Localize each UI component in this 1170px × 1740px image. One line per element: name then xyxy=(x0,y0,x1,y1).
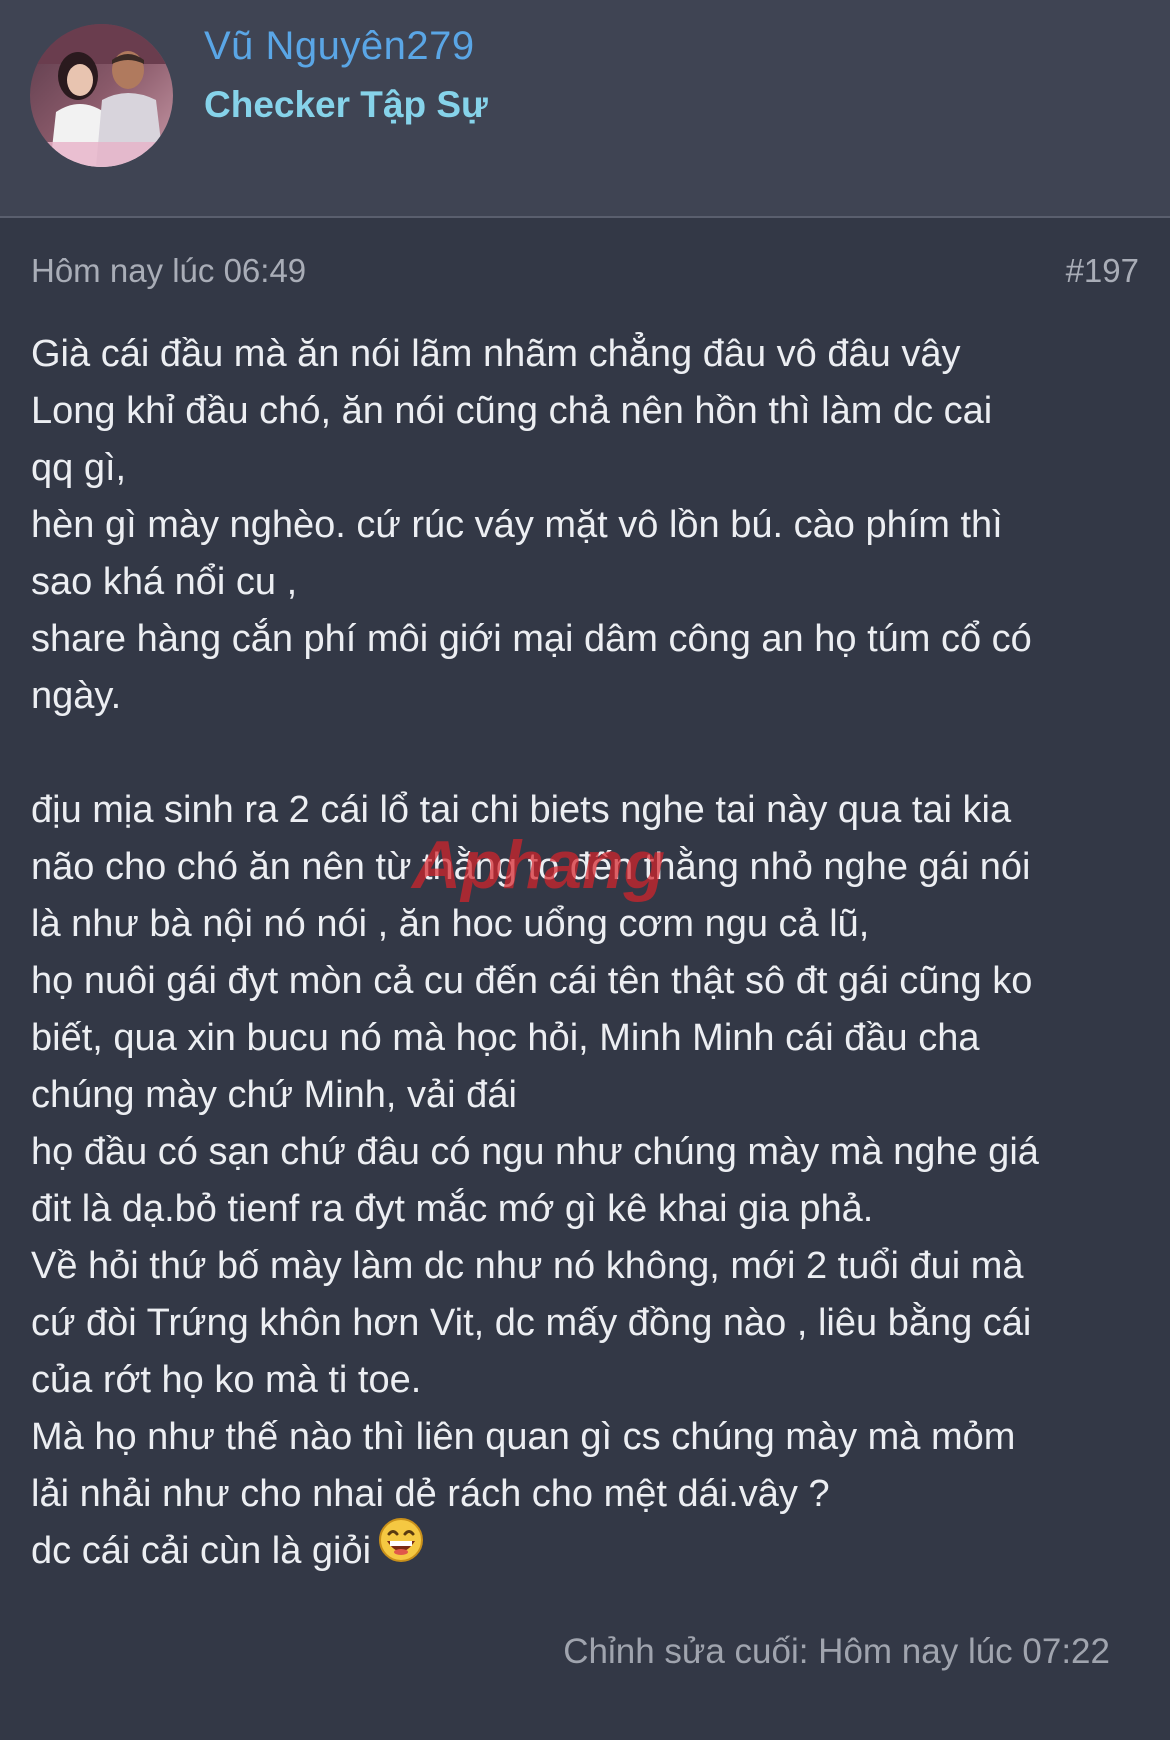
post-number[interactable]: #197 xyxy=(1066,252,1139,290)
post-line: Về hỏi thứ bố mày làm dc như nó không, m… xyxy=(31,1245,1024,1287)
post-line: đit là dạ.bỏ tienf ra đyt mắc mớ gì kê k… xyxy=(31,1188,874,1230)
post-line-last: dc cái cải cùn là giỏi xyxy=(31,1518,1146,1580)
post-line: họ đầu có sạn chứ đâu có ngu như chúng m… xyxy=(31,1131,1039,1173)
post-line: cứ đòi Trứng khôn hơn Vit, dc mấy đồng n… xyxy=(31,1302,1032,1344)
post-line-last-text: dc cái cải cùn là giỏi xyxy=(31,1530,372,1572)
username-link[interactable]: Vũ Nguyên279 xyxy=(204,24,475,69)
post-timestamp[interactable]: Hôm nay lúc 06:49 xyxy=(31,252,306,290)
post-line: của rớt họ ko mà ti toe. xyxy=(31,1359,422,1401)
post-line: địu mịa sinh ra 2 cái lổ tai chi biets n… xyxy=(31,789,1012,831)
post-meta: Hôm nay lúc 06:49 #197 xyxy=(31,252,1139,296)
post-line-blank xyxy=(31,725,1146,782)
laughing-face-emoji-icon xyxy=(377,1516,425,1581)
post-line: là như bà nội nó nói , ăn hoc uổng cơm n… xyxy=(31,903,870,945)
post-line: Già cái đầu mà ăn nói lãm nhãm chẳng đâu… xyxy=(31,333,961,375)
post-line: Mà họ như thế nào thì liên quan gì cs ch… xyxy=(31,1416,1016,1458)
post-line: họ nuôi gái đyt mòn cả cu đến cái tên th… xyxy=(31,960,1033,1002)
post-line: chúng mày chứ Minh, vải đái xyxy=(31,1074,517,1116)
avatar[interactable] xyxy=(30,24,173,167)
post-line: qq gì, xyxy=(31,447,127,489)
user-rank-title: Checker Tập Sự xyxy=(204,84,488,125)
post-line: sao khá nổi cu , xyxy=(31,561,298,603)
last-edited-label[interactable]: Chỉnh sửa cuối: Hôm nay lúc 07:22 xyxy=(563,1632,1110,1672)
post-line: biết, qua xin bucu nó mà học hỏi, Minh M… xyxy=(31,1017,980,1059)
user-header: Vũ Nguyên279 Checker Tập Sự xyxy=(0,0,1170,218)
avatar-photo xyxy=(30,24,173,167)
post-line: Long khỉ đầu chó, ăn nói cũng chả nên hồ… xyxy=(31,390,993,432)
post-line: ngày. xyxy=(31,675,122,717)
post-line: lải nhải như cho nhai dẻ rách cho mệt dá… xyxy=(31,1473,830,1515)
post-content: Già cái đầu mà ăn nói lãm nhãm chẳng đâu… xyxy=(31,326,1146,1580)
post-line: não cho chó ăn nên từ thằng to đến thằng… xyxy=(31,846,1031,888)
post-line: share hàng cắn phí môi giới mại dâm công… xyxy=(31,618,1032,660)
post-line: hèn gì mày nghèo. cứ rúc váy mặt vô lồn … xyxy=(31,504,1003,546)
